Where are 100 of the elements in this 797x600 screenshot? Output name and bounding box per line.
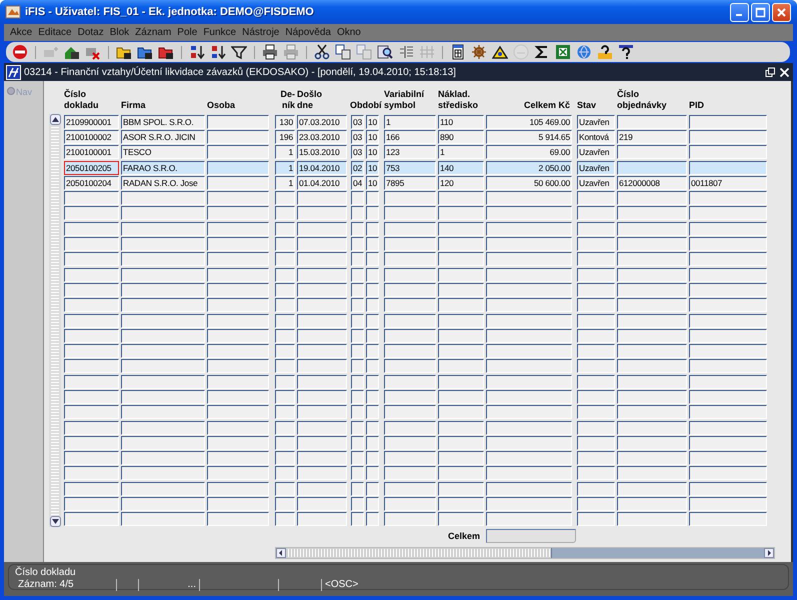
grid-field[interactable]	[486, 405, 572, 420]
grid-field[interactable]	[617, 359, 687, 374]
menu-item[interactable]: Editace	[35, 27, 75, 38]
scissors-icon[interactable]	[314, 44, 330, 60]
grid-field[interactable]	[121, 282, 205, 297]
grid-field[interactable]	[64, 237, 119, 252]
grid-field[interactable]	[438, 191, 484, 206]
grid-field[interactable]	[121, 512, 205, 526]
menu-item[interactable]: Dotaz	[74, 27, 107, 38]
grid-field[interactable]: 10	[366, 160, 379, 175]
grid-field[interactable]	[351, 237, 364, 252]
grid-field[interactable]	[207, 222, 269, 236]
grid-field[interactable]: 10	[366, 114, 379, 129]
grid-field[interactable]	[366, 482, 379, 496]
grid-field[interactable]	[384, 344, 436, 358]
grid-field[interactable]	[689, 298, 767, 312]
menu-item[interactable]: Nástroje	[239, 27, 282, 38]
grid-field[interactable]	[351, 512, 364, 526]
grid-field[interactable]	[297, 344, 347, 358]
grid-field[interactable]	[275, 328, 295, 343]
grid-field[interactable]: 2100100001	[64, 145, 119, 160]
grid-field[interactable]	[577, 497, 615, 512]
grid-field[interactable]	[438, 466, 484, 480]
grid-field[interactable]	[121, 374, 205, 389]
grid-field[interactable]	[577, 206, 615, 220]
list-icon[interactable]	[398, 44, 414, 60]
grid-field[interactable]	[438, 237, 484, 252]
grid-field[interactable]	[121, 191, 205, 206]
grid-field[interactable]	[275, 390, 295, 404]
grid-field[interactable]	[207, 390, 269, 404]
grid-field[interactable]	[438, 314, 484, 328]
grid-field[interactable]	[121, 497, 205, 512]
grid-field[interactable]	[121, 420, 205, 435]
grid-field[interactable]: 612000008	[617, 176, 687, 190]
grid-field[interactable]	[689, 405, 767, 420]
grid-field[interactable]	[617, 298, 687, 312]
grid-field[interactable]	[121, 451, 205, 466]
grid-field[interactable]	[275, 405, 295, 420]
grid-field[interactable]	[207, 114, 269, 129]
grid-field[interactable]: 03	[351, 145, 364, 160]
grid-field[interactable]	[275, 206, 295, 220]
grid-field[interactable]	[486, 328, 572, 343]
grid-field[interactable]	[617, 390, 687, 404]
grid-field[interactable]	[486, 314, 572, 328]
grid-field[interactable]	[689, 130, 767, 144]
grid-field[interactable]: 1	[275, 176, 295, 190]
grid-field[interactable]	[486, 191, 572, 206]
grid-field[interactable]	[64, 206, 119, 220]
grid-field[interactable]	[64, 374, 119, 389]
grid-field[interactable]	[577, 237, 615, 252]
search-icon[interactable]	[377, 44, 393, 60]
grid-field[interactable]	[207, 130, 269, 144]
maximize-button[interactable]	[751, 2, 770, 22]
grid-field[interactable]	[438, 374, 484, 389]
grid-field[interactable]	[577, 466, 615, 480]
grid-field[interactable]	[297, 451, 347, 466]
grid-field[interactable]	[438, 497, 484, 512]
grid-field[interactable]: ASOR S.R.O. JICIN	[121, 130, 205, 144]
grid-field[interactable]	[689, 314, 767, 328]
grid-field[interactable]: BBM SPOL. S.R.O.	[121, 114, 205, 129]
grid-field[interactable]: 10	[366, 130, 379, 144]
grid-field[interactable]	[617, 466, 687, 480]
grid-field[interactable]	[351, 497, 364, 512]
grid-field[interactable]: 2109900001	[64, 114, 119, 129]
grid-field[interactable]	[577, 314, 615, 328]
grid-field[interactable]	[617, 191, 687, 206]
radio-button[interactable]	[7, 87, 15, 95]
grid-field[interactable]: 1	[275, 160, 295, 175]
grid-field[interactable]	[617, 222, 687, 236]
grid-field[interactable]	[366, 390, 379, 404]
grid-field[interactable]	[438, 420, 484, 435]
grid-field[interactable]	[121, 237, 205, 252]
grid-field[interactable]	[438, 482, 484, 496]
grid-field[interactable]	[121, 298, 205, 312]
grid-field[interactable]	[577, 436, 615, 450]
grid-field[interactable]	[486, 374, 572, 389]
grid-field[interactable]	[297, 252, 347, 266]
grid-field[interactable]	[689, 191, 767, 206]
grid-field[interactable]	[64, 298, 119, 312]
grid-field[interactable]	[207, 420, 269, 435]
grid-field[interactable]	[275, 359, 295, 374]
grid-field[interactable]: RADAN S.R.O. Jose	[121, 176, 205, 190]
grid-field[interactable]	[297, 436, 347, 450]
menu-item[interactable]: Funkce	[200, 27, 240, 38]
grid-field[interactable]	[297, 191, 347, 206]
grid-field[interactable]	[617, 282, 687, 297]
grid-field[interactable]	[64, 252, 119, 266]
grid-field[interactable]: 219	[617, 130, 687, 144]
grid-field[interactable]	[689, 160, 767, 175]
filter-icon[interactable]	[231, 44, 247, 60]
menu-item[interactable]: Nápověda	[282, 27, 334, 38]
horizontal-scrollbar[interactable]	[275, 547, 775, 560]
grid-field[interactable]	[121, 268, 205, 282]
grid-field[interactable]	[617, 405, 687, 420]
grid-field[interactable]	[207, 268, 269, 282]
grid-field[interactable]	[617, 314, 687, 328]
grid-field[interactable]	[384, 191, 436, 206]
grid-field[interactable]	[438, 328, 484, 343]
grid-field[interactable]: 50 600.00	[486, 176, 572, 190]
grid-field[interactable]	[438, 512, 484, 526]
